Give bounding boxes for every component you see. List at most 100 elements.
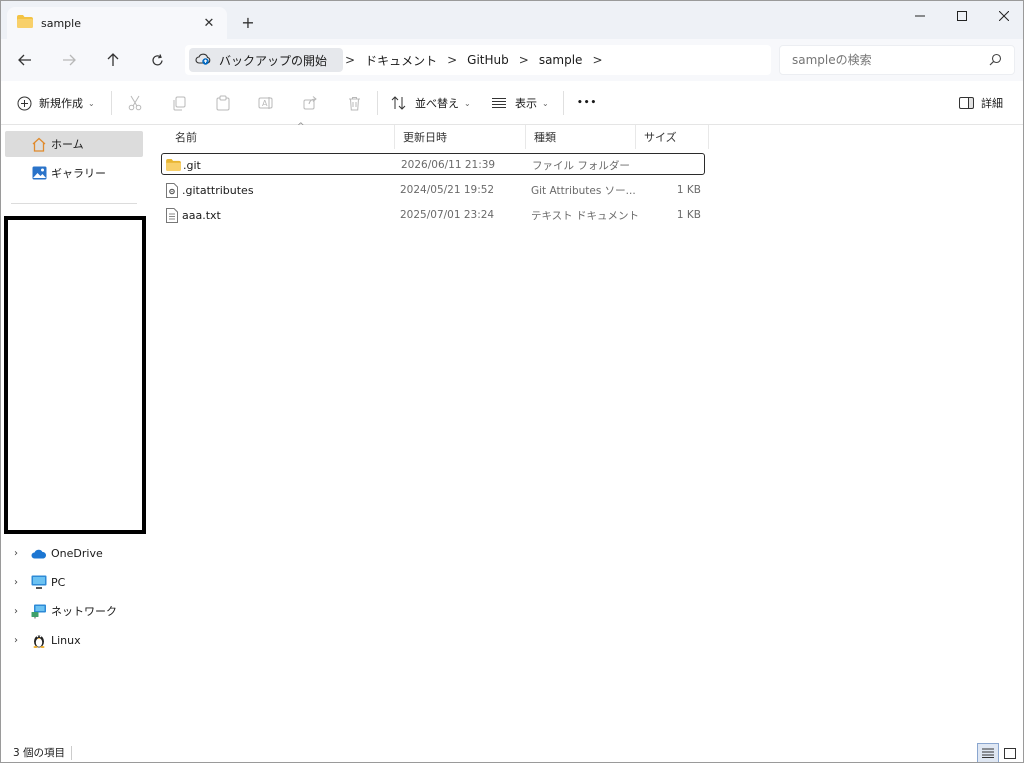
linux-penguin-icon	[31, 632, 47, 648]
details-view-button[interactable]	[977, 743, 999, 762]
file-name: .gitattributes	[182, 183, 254, 197]
column-header-name[interactable]: ^ 名前	[167, 122, 395, 149]
minimize-button[interactable]	[899, 1, 941, 31]
column-header-modified[interactable]: 更新日時	[395, 125, 526, 149]
details-button[interactable]: 詳細	[959, 91, 1003, 115]
home-icon	[32, 137, 46, 152]
rename-icon[interactable]: A	[256, 93, 276, 113]
command-bar: 新規作成 ⌄ A 並べ替え ⌄ 表示 ⌄ ••• 詳細	[1, 81, 1023, 125]
back-button[interactable]	[11, 47, 39, 73]
sidebar-item-linux[interactable]: › Linux	[9, 627, 145, 653]
forward-button[interactable]	[55, 47, 83, 73]
chevron-down-icon: ⌄	[542, 98, 549, 108]
tiles-view-button[interactable]	[999, 743, 1021, 762]
settings-file-icon	[166, 179, 178, 201]
tab-close-icon[interactable]: ✕	[201, 15, 217, 31]
details-pane-icon	[959, 97, 974, 109]
gallery-icon	[32, 166, 47, 180]
sort-icon	[391, 96, 406, 110]
file-list: ^ 名前 更新日時 種類 サイズ .git 2026/06/11 21:39 フ…	[147, 122, 1023, 741]
maximize-button[interactable]	[941, 1, 983, 31]
new-label: 新規作成	[39, 97, 83, 110]
copy-icon[interactable]	[169, 93, 189, 113]
address-row: バックアップの開始 > ドキュメント > GitHub > sample >	[1, 39, 1023, 81]
address-bar[interactable]: バックアップの開始 > ドキュメント > GitHub > sample >	[185, 45, 771, 75]
breadcrumb-backup[interactable]: バックアップの開始	[189, 48, 344, 72]
navigation-pane: ホーム ギャラリー › OneDrive › PC › ネットワーク › Lin…	[1, 125, 147, 741]
chevron-right-icon[interactable]: >	[445, 53, 459, 67]
share-icon[interactable]	[300, 93, 320, 113]
chevron-right-icon[interactable]: ›	[9, 577, 23, 588]
sort-button[interactable]: 並べ替え ⌄	[391, 91, 471, 115]
paste-icon[interactable]	[213, 93, 233, 113]
arrow-up-icon	[107, 53, 119, 66]
column-header-size[interactable]: サイズ	[636, 125, 709, 149]
table-row[interactable]: .gitattributes 2024/05/21 19:52 Git Attr…	[161, 179, 705, 201]
chevron-right-icon[interactable]: ›	[9, 548, 23, 559]
sidebar-item-label: OneDrive	[51, 546, 103, 560]
file-size: 1 KB	[676, 184, 701, 196]
chevron-right-icon[interactable]: ›	[9, 635, 23, 646]
new-button[interactable]: 新規作成 ⌄	[17, 91, 95, 115]
sidebar-item-network[interactable]: › ネットワーク	[9, 598, 145, 624]
folder-icon	[17, 15, 33, 31]
refresh-button[interactable]	[143, 47, 171, 73]
up-button[interactable]	[99, 47, 127, 73]
sidebar-item-label: ネットワーク	[51, 605, 117, 618]
sidebar-item-onedrive[interactable]: › OneDrive	[9, 540, 145, 566]
chevron-right-icon[interactable]: >	[590, 53, 604, 67]
sidebar-item-label: PC	[51, 575, 66, 589]
search-icon	[989, 53, 1002, 69]
file-modified: 2025/07/01 23:24	[400, 209, 495, 221]
breadcrumb-sample[interactable]: sample	[531, 53, 591, 67]
chevron-right-icon[interactable]: >	[343, 53, 357, 67]
refresh-icon	[151, 53, 163, 65]
file-name: .git	[183, 158, 201, 172]
file-modified: 2024/05/21 19:52	[400, 184, 495, 196]
breadcrumb-label: バックアップの開始	[219, 53, 328, 68]
tiles-view-icon	[1004, 747, 1016, 759]
divider	[111, 91, 112, 115]
item-count: 3 個の項目	[13, 747, 66, 759]
tab-title: sample	[41, 16, 81, 30]
close-button[interactable]	[983, 1, 1023, 31]
view-button[interactable]: 表示 ⌄	[491, 91, 549, 115]
search-input[interactable]	[792, 53, 982, 67]
table-row[interactable]: aaa.txt 2025/07/01 23:24 テキスト ドキュメント 1 K…	[161, 204, 705, 226]
chevron-right-icon[interactable]: >	[517, 53, 531, 67]
file-explorer-window: sample ✕ + バックアップの開始 > ドキュメント > GitHub >…	[0, 0, 1024, 763]
arrow-left-icon	[18, 54, 31, 66]
chevron-right-icon[interactable]: ›	[9, 606, 23, 617]
arrow-right-icon	[63, 54, 76, 66]
sidebar-item-home[interactable]: ホーム	[5, 131, 143, 157]
breadcrumb-github[interactable]: GitHub	[459, 53, 517, 67]
sidebar-item-pc[interactable]: › PC	[9, 569, 145, 595]
file-modified: 2026/06/11 21:39	[401, 159, 496, 171]
delete-icon[interactable]	[344, 93, 364, 113]
breadcrumb-documents[interactable]: ドキュメント	[357, 52, 445, 69]
sort-ascending-icon: ^	[297, 122, 305, 132]
view-label: 表示	[515, 97, 537, 110]
column-header-row: ^ 名前 更新日時 種類 サイズ	[147, 122, 709, 149]
tab-sample[interactable]: sample ✕	[7, 7, 227, 39]
title-bar: sample ✕ +	[1, 1, 1023, 39]
more-button[interactable]: •••	[577, 91, 597, 115]
cut-icon[interactable]	[125, 93, 145, 113]
column-header-label: サイズ	[644, 131, 677, 144]
sidebar-item-label: ギャラリー	[51, 167, 106, 180]
column-header-label: 種類	[534, 131, 556, 144]
sort-label: 並べ替え	[415, 97, 459, 110]
network-icon	[31, 603, 47, 619]
status-bar: 3 個の項目	[1, 741, 1023, 762]
file-type: Git Attributes ソー...	[531, 184, 636, 197]
column-header-type[interactable]: 種類	[526, 125, 636, 149]
folder-icon	[166, 154, 181, 176]
sidebar-item-label: Linux	[51, 633, 81, 647]
table-row[interactable]: .git 2026/06/11 21:39 ファイル フォルダー	[161, 153, 705, 175]
sidebar-item-gallery[interactable]: ギャラリー	[5, 160, 143, 186]
sidebar-item-label: ホーム	[51, 138, 84, 151]
search-box[interactable]	[779, 45, 1015, 75]
new-tab-button[interactable]: +	[237, 11, 259, 33]
column-header-label: 更新日時	[403, 131, 447, 144]
divider	[377, 91, 378, 115]
